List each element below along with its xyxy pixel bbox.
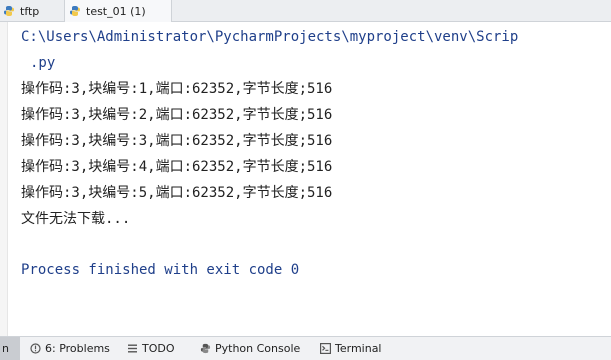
command-path-line[interactable]: C:\Users\Administrator\PycharmProjects\m… (21, 27, 518, 47)
failure-message: 文件无法下载... (21, 211, 131, 227)
todo-tool-button[interactable]: TODO (127, 337, 175, 360)
todo-label: TODO (142, 342, 175, 355)
python-console-tool-button[interactable]: Python Console (200, 337, 300, 360)
python-file-icon (69, 5, 81, 17)
terminal-label: Terminal (335, 342, 382, 355)
console-gutter (0, 22, 8, 336)
output-line: 操作码:3,块编号:5,端口:62352,字节长度;516 (21, 185, 333, 201)
command-tail-line: .py (30, 55, 56, 71)
output-line: 操作码:3,块编号:1,端口:62352,字节长度;516 (21, 81, 333, 97)
output-line: 操作码:3,块编号:4,端口:62352,字节长度;516 (21, 159, 333, 175)
python-file-icon (3, 5, 15, 17)
run-console-output[interactable]: C:\Users\Administrator\PycharmProjects\m… (21, 22, 611, 336)
problems-label: 6: Problems (45, 342, 110, 355)
tab-test-01[interactable]: test_01 (1) (64, 0, 172, 22)
run-tool-button[interactable]: n (0, 337, 20, 360)
editor-tab-bar: tftp test_01 (1) (0, 0, 611, 22)
exit-message: Process finished with exit code 0 (21, 262, 300, 278)
todo-list-icon (127, 343, 138, 354)
tool-window-bar: n 6: Problems TODO Python Console Termin… (0, 336, 611, 360)
terminal-tool-button[interactable]: Terminal (320, 337, 382, 360)
problems-tool-button[interactable]: 6: Problems (30, 337, 110, 360)
python-console-label: Python Console (215, 342, 301, 355)
python-console-icon (200, 343, 211, 354)
tab-label: tftp (20, 4, 40, 18)
tab-tftp[interactable]: tftp (0, 0, 64, 22)
tab-label: test_01 (1) (86, 4, 146, 18)
terminal-icon (320, 343, 332, 355)
output-line: 操作码:3,块编号:2,端口:62352,字节长度;516 (21, 107, 333, 123)
output-line: 操作码:3,块编号:3,端口:62352,字节长度;516 (21, 133, 333, 149)
problems-icon (30, 343, 41, 354)
